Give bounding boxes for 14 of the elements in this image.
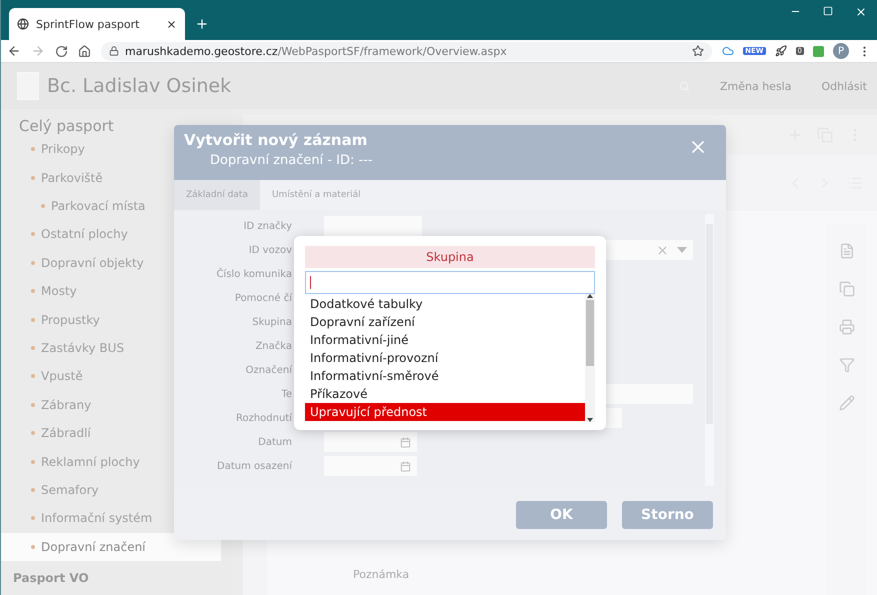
dropdown-title: Skupina <box>305 246 595 268</box>
field-label: ID značky <box>244 220 292 232</box>
field-label: Rozhodnutí <box>236 412 292 424</box>
section-title: Celý pasport <box>18 117 115 135</box>
field-label: ID vozov <box>248 244 292 256</box>
field-label: Te <box>281 388 292 400</box>
section-title: Pasport VO <box>12 570 90 588</box>
field-label: Pomocné čí <box>234 292 292 304</box>
field-label: Datum <box>258 436 292 448</box>
user-name: Bc. Ladislav Osinek <box>47 75 232 97</box>
field-label: Značka <box>255 340 292 352</box>
field-label: Skupina <box>252 316 292 328</box>
field-label: Poznámka <box>353 568 410 581</box>
field-label: Označení <box>246 364 292 376</box>
